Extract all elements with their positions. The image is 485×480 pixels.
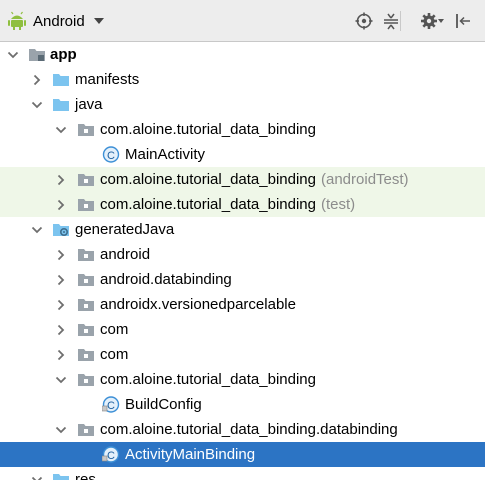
package-icon bbox=[78, 349, 94, 361]
tree-node-label: com.aloine.tutorial_data_binding.databin… bbox=[100, 421, 398, 438]
tree-node-label: com.aloine.tutorial_data_binding bbox=[100, 196, 316, 213]
tree-node-label: generatedJava bbox=[75, 221, 175, 238]
tree-node-label: com bbox=[100, 346, 129, 363]
package-icon bbox=[78, 199, 94, 211]
module-icon bbox=[29, 49, 45, 61]
tree-node[interactable]: manifests bbox=[0, 67, 485, 92]
folder-icon bbox=[53, 74, 69, 86]
package-icon bbox=[78, 424, 94, 436]
gear-icon[interactable] bbox=[420, 12, 438, 30]
chevron-right-icon[interactable] bbox=[55, 299, 67, 311]
tree-node[interactable]: android bbox=[0, 242, 485, 267]
tree-node-label: com.aloine.tutorial_data_binding bbox=[100, 121, 316, 138]
chevron-down-icon[interactable] bbox=[55, 124, 67, 136]
tree-node-suffix: (androidTest) bbox=[321, 171, 409, 188]
project-tree[interactable]: app manifests java com.aloine.tutorial_data… bbox=[0, 42, 485, 480]
tree-node[interactable]: com.aloine.tutorial_data_binding.databin… bbox=[0, 417, 485, 442]
package-icon bbox=[78, 124, 94, 136]
chevron-down-icon[interactable] bbox=[55, 424, 67, 436]
chevron-right-icon[interactable] bbox=[55, 174, 67, 186]
generated-folder-icon bbox=[53, 224, 69, 237]
toolbar-separator bbox=[400, 11, 401, 31]
chevron-right-icon[interactable] bbox=[55, 274, 67, 286]
tree-node[interactable]: com.aloine.tutorial_data_binding (android… bbox=[0, 167, 485, 192]
chevron-right-icon[interactable] bbox=[55, 199, 67, 211]
tree-node[interactable]: C ActivityMainBinding bbox=[0, 442, 485, 467]
tree-node[interactable]: res bbox=[0, 467, 485, 480]
chevron-down-icon[interactable] bbox=[31, 224, 43, 236]
tree-node[interactable]: com.aloine.tutorial_data_binding bbox=[0, 367, 485, 392]
chevron-down-icon bbox=[93, 18, 104, 24]
tree-node-label: com.aloine.tutorial_data_binding bbox=[100, 371, 316, 388]
tree-node[interactable]: com.aloine.tutorial_data_binding bbox=[0, 117, 485, 142]
tree-node[interactable]: android.databinding bbox=[0, 267, 485, 292]
svg-text:C: C bbox=[107, 450, 115, 462]
package-icon bbox=[78, 374, 94, 386]
package-icon bbox=[78, 174, 94, 186]
tree-node-label: app bbox=[50, 46, 77, 63]
tree-node-label: res bbox=[75, 471, 96, 480]
android-icon bbox=[8, 11, 26, 30]
class-locked-icon: C bbox=[102, 446, 120, 463]
chevron-right-icon[interactable] bbox=[55, 324, 67, 336]
hide-panel-icon[interactable] bbox=[454, 12, 472, 30]
chevron-right-icon[interactable] bbox=[55, 349, 67, 361]
tree-node[interactable]: com bbox=[0, 342, 485, 367]
tree-node[interactable]: com bbox=[0, 317, 485, 342]
tree-node-label: android.databinding bbox=[100, 271, 232, 288]
tree-node-label: ActivityMainBinding bbox=[125, 446, 256, 463]
tree-node[interactable]: app bbox=[0, 42, 485, 67]
class-locked-icon: C bbox=[102, 396, 120, 413]
view-selector[interactable]: Android bbox=[8, 9, 104, 33]
tree-node[interactable]: C MainActivity bbox=[0, 142, 485, 167]
view-selector-label: Android bbox=[33, 12, 85, 30]
folder-icon bbox=[53, 474, 69, 480]
tree-node-label: java bbox=[75, 96, 103, 113]
class-icon: C bbox=[102, 146, 120, 163]
package-icon bbox=[78, 299, 94, 311]
svg-text:C: C bbox=[107, 400, 115, 412]
tree-node[interactable]: androidx.versionedparcelable bbox=[0, 292, 485, 317]
chevron-right-icon[interactable] bbox=[55, 249, 67, 261]
chevron-down-icon[interactable] bbox=[31, 474, 43, 480]
chevron-right-icon[interactable] bbox=[31, 74, 43, 86]
tree-node-label: androidx.versionedparcelable bbox=[100, 296, 296, 313]
tree-node-label: com bbox=[100, 321, 129, 338]
tree-node-label: manifests bbox=[75, 71, 140, 88]
project-toolbar: Android bbox=[0, 0, 485, 42]
tree-node[interactable]: com.aloine.tutorial_data_binding (test) bbox=[0, 192, 485, 217]
chevron-down-icon[interactable] bbox=[7, 49, 19, 61]
tree-node-suffix: (test) bbox=[321, 196, 356, 213]
folder-icon bbox=[53, 99, 69, 111]
tree-node-label: MainActivity bbox=[125, 146, 206, 163]
svg-text:C: C bbox=[107, 150, 115, 162]
locate-icon[interactable] bbox=[355, 12, 373, 30]
chevron-down-icon[interactable] bbox=[31, 99, 43, 111]
chevron-down-icon[interactable] bbox=[55, 374, 67, 386]
tree-node-label: BuildConfig bbox=[125, 396, 202, 413]
tree-node-label: com.aloine.tutorial_data_binding bbox=[100, 171, 316, 188]
tree-node[interactable]: java bbox=[0, 92, 485, 117]
collapse-all-icon[interactable] bbox=[382, 12, 400, 30]
package-icon bbox=[78, 274, 94, 286]
package-icon bbox=[78, 324, 94, 336]
tree-node[interactable]: generatedJava bbox=[0, 217, 485, 242]
gear-dropdown-icon[interactable] bbox=[438, 19, 444, 23]
package-icon bbox=[78, 249, 94, 261]
tree-node[interactable]: C BuildConfig bbox=[0, 392, 485, 417]
tree-node-label: android bbox=[100, 246, 151, 263]
